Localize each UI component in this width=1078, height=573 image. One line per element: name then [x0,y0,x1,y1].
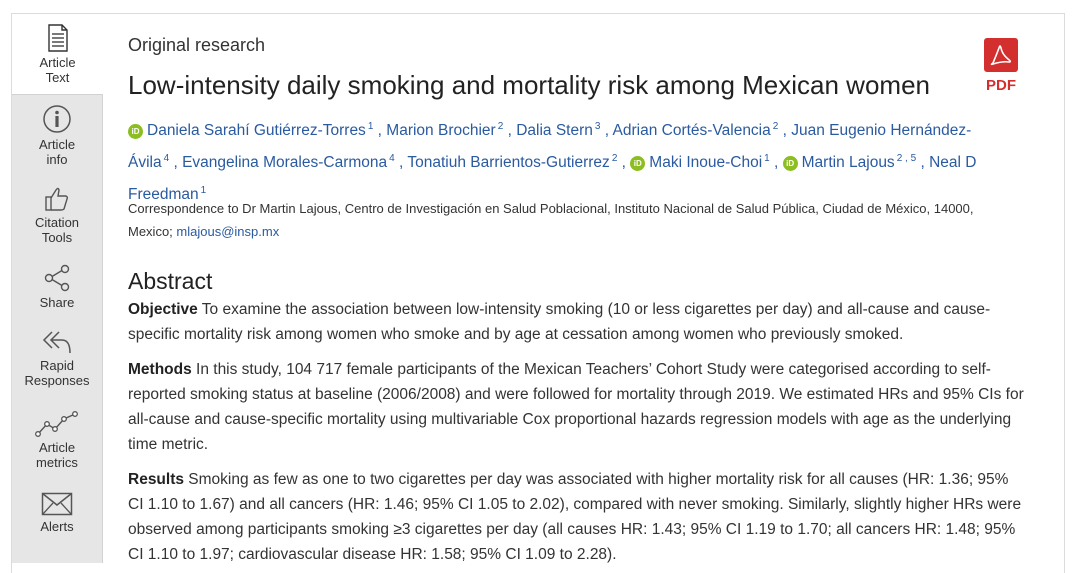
share-icon [44,264,70,292]
article-sidebar: Article Text Article info Citation Tools… [12,14,103,563]
author-list: iD Daniela Sarahí Gutiérrez-Torres 1 , Mar… [128,121,977,203]
sidebar-item-article-info[interactable]: Article info [12,104,102,174]
author-link[interactable]: Adrian Cortés-Valencia [613,122,771,139]
sidebar-item-article-text[interactable]: Article Text [12,14,103,95]
author-link[interactable]: Evangelina Morales-Carmona [182,154,387,171]
orcid-icon[interactable]: iD [630,156,646,171]
correspondence-email-link[interactable]: mlajous@insp.mx [176,224,279,239]
sidebar-item-label: Citation Tools [34,215,80,245]
author-link[interactable]: Dalia Stern [516,122,593,139]
results-text: Smoking as few as one to two cigarettes … [128,471,1022,563]
objective-label: Objective [128,301,198,318]
sidebar-item-label: Share [39,295,75,310]
pdf-download-button[interactable]: PDF [983,38,1019,93]
results-label: Results [128,471,184,488]
sidebar-item-share[interactable]: Share [12,264,102,314]
sidebar-item-label: Rapid Responses [24,358,90,388]
article-type: Original research [128,35,266,55]
affiliation-ref[interactable]: 1 [201,185,207,196]
reply-all-icon [42,331,71,354]
orcid-icon[interactable]: iD [782,156,798,171]
abstract-results: Results Smoking as few as one to two cig… [128,467,1028,567]
author-link[interactable]: Tonatiuh Barrientos-Gutierrez [407,154,609,171]
sidebar-item-alerts[interactable]: Alerts [12,492,102,542]
sidebar-item-label: Alerts [40,519,74,534]
author-link[interactable]: Martin Lajous [802,154,895,171]
affiliation-ref[interactable]: 2 , 5 [897,153,916,164]
author-link[interactable]: Daniela Sarahí Gutiérrez-Torres [147,122,366,139]
page-title: Low-intensity daily smoking and mortalit… [128,70,930,100]
objective-text: To examine the association between low-i… [128,301,991,343]
abstract-heading: Abstract [128,268,213,294]
sidebar-item-label: Article info [38,137,76,167]
thumbs-up-icon [45,187,69,211]
methods-label: Methods [128,361,192,378]
sidebar-item-label: Article metrics [36,440,78,470]
pdf-icon [984,38,1018,72]
line-chart-icon [35,411,78,437]
abstract-methods: Methods In this study, 104 717 female pa… [128,357,1028,457]
abstract-objective: Objective To examine the association bet… [128,297,1028,347]
document-icon [47,24,68,52]
sidebar-item-citation-tools[interactable]: Citation Tools [12,186,102,256]
sidebar-item-rapid-responses[interactable]: Rapid Responses [12,329,102,399]
correspondence: Correspondence to Dr Martin Lajous, Cent… [128,197,988,243]
envelope-icon [41,492,73,516]
author-link[interactable]: Maki Inoue-Choi [649,154,762,171]
methods-text: In this study, 104 717 female participan… [128,361,1024,453]
author-link[interactable]: Marion Brochier [386,122,495,139]
orcid-icon[interactable]: iD [128,124,143,139]
sidebar-item-label: Article Text [39,55,76,85]
pdf-label: PDF [986,77,1016,94]
sidebar-item-article-metrics[interactable]: Article metrics [12,411,102,481]
info-icon [43,105,71,133]
